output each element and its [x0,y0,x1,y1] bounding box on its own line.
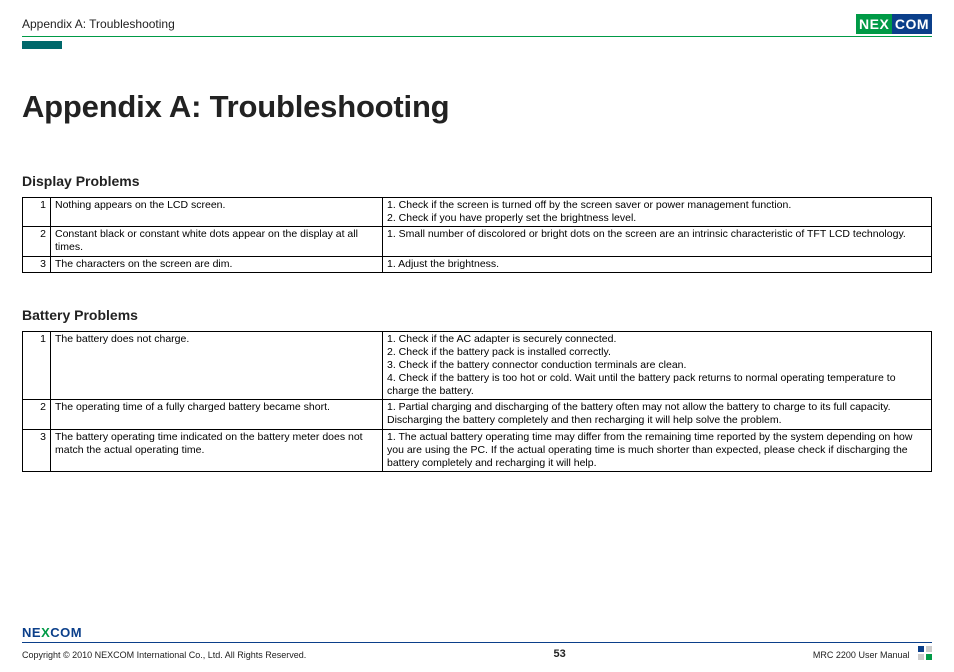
solution-cell: 1. Adjust the brightness. [383,256,932,272]
problem-cell: The battery operating time indicated on … [51,429,383,471]
footer-logo: NEXCOM [22,625,932,640]
row-number: 1 [23,198,51,227]
row-number: 3 [23,256,51,272]
logo-left: NE [859,17,879,31]
solution-cell: 1. Check if the AC adapter is securely c… [383,331,932,400]
solution-cell: 1. The actual battery operating time may… [383,429,932,471]
footer-ornament-icon [918,646,932,660]
solution-cell: 1. Small number of discolored or bright … [383,227,932,256]
footer-logo-right: COM [50,625,82,640]
row-number: 2 [23,227,51,256]
table-row: 1 The battery does not charge. 1. Check … [23,331,932,400]
header-rule [22,36,932,37]
solution-cell: 1. Check if the screen is turned off by … [383,198,932,227]
breadcrumb: Appendix A: Troubleshooting [22,17,175,31]
display-problems-table: 1 Nothing appears on the LCD screen. 1. … [22,197,932,273]
footer-rule [22,642,932,643]
problem-cell: The characters on the screen are dim. [51,256,383,272]
manual-name: MRC 2200 User Manual [813,650,910,660]
table-row: 3 The characters on the screen are dim. … [23,256,932,272]
accent-bar [22,41,62,49]
battery-problems-table: 1 The battery does not charge. 1. Check … [22,331,932,472]
footer-logo-left: NE [22,625,41,640]
brand-logo: NEX COM [856,14,932,34]
problem-cell: Nothing appears on the LCD screen. [51,198,383,227]
problem-cell: The operating time of a fully charged ba… [51,400,383,429]
logo-x: X [879,17,888,31]
table-row: 2 Constant black or constant white dots … [23,227,932,256]
section-heading-display: Display Problems [22,173,932,189]
row-number: 1 [23,331,51,400]
table-row: 1 Nothing appears on the LCD screen. 1. … [23,198,932,227]
row-number: 2 [23,400,51,429]
table-row: 2 The operating time of a fully charged … [23,400,932,429]
table-row: 3 The battery operating time indicated o… [23,429,932,471]
page-title: Appendix A: Troubleshooting [22,89,932,125]
copyright: Copyright © 2010 NEXCOM International Co… [22,650,306,660]
section-heading-battery: Battery Problems [22,307,932,323]
problem-cell: The battery does not charge. [51,331,383,400]
solution-cell: 1. Partial charging and discharging of t… [383,400,932,429]
page-number: 53 [553,648,565,660]
footer-logo-x: X [41,625,50,640]
page-footer: NEXCOM Copyright © 2010 NEXCOM Internati… [22,625,932,660]
row-number: 3 [23,429,51,471]
logo-right: COM [895,17,929,31]
problem-cell: Constant black or constant white dots ap… [51,227,383,256]
